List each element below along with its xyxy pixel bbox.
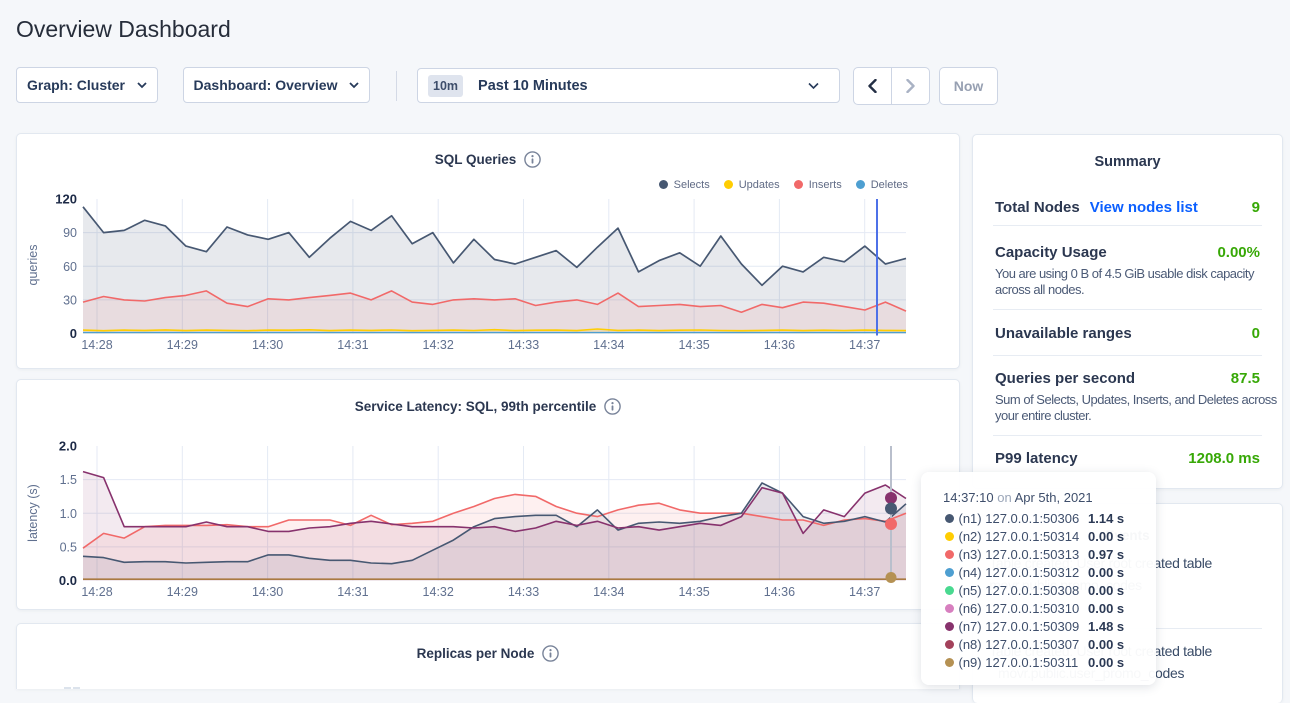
svg-text:0: 0 bbox=[70, 326, 77, 341]
svg-text:14:28: 14:28 bbox=[81, 585, 112, 599]
svg-text:14:30: 14:30 bbox=[252, 338, 283, 352]
svg-text:14:36: 14:36 bbox=[764, 338, 795, 352]
svg-text:14:33: 14:33 bbox=[508, 338, 539, 352]
svg-text:14:35: 14:35 bbox=[678, 338, 709, 352]
svg-text:14:37: 14:37 bbox=[849, 585, 880, 599]
svg-text:14:34: 14:34 bbox=[593, 585, 624, 599]
svg-text:14:31: 14:31 bbox=[337, 585, 368, 599]
svg-text:60: 60 bbox=[63, 260, 77, 274]
svg-text:1.5: 1.5 bbox=[60, 473, 77, 487]
svg-text:30: 30 bbox=[63, 293, 77, 307]
svg-text:90: 90 bbox=[63, 226, 77, 240]
svg-text:14:31: 14:31 bbox=[337, 338, 368, 352]
svg-text:14:29: 14:29 bbox=[167, 338, 198, 352]
svg-text:14:32: 14:32 bbox=[423, 338, 454, 352]
svg-text:0.0: 0.0 bbox=[59, 573, 77, 588]
svg-text:queries: queries bbox=[26, 245, 40, 286]
svg-text:14:30: 14:30 bbox=[252, 585, 283, 599]
svg-text:14:29: 14:29 bbox=[167, 585, 198, 599]
svg-text:14:28: 14:28 bbox=[81, 338, 112, 352]
svg-text:14:34: 14:34 bbox=[593, 338, 624, 352]
svg-text:1.0: 1.0 bbox=[60, 507, 77, 521]
svg-text:14:36: 14:36 bbox=[764, 585, 795, 599]
svg-text:0.5: 0.5 bbox=[60, 540, 77, 554]
svg-text:latency (s): latency (s) bbox=[26, 484, 40, 542]
svg-text:2.0: 2.0 bbox=[59, 439, 77, 454]
svg-text:14:32: 14:32 bbox=[423, 585, 454, 599]
svg-text:14:33: 14:33 bbox=[508, 585, 539, 599]
svg-text:14:37: 14:37 bbox=[849, 338, 880, 352]
svg-text:14:35: 14:35 bbox=[678, 585, 709, 599]
svg-text:120: 120 bbox=[55, 192, 77, 207]
